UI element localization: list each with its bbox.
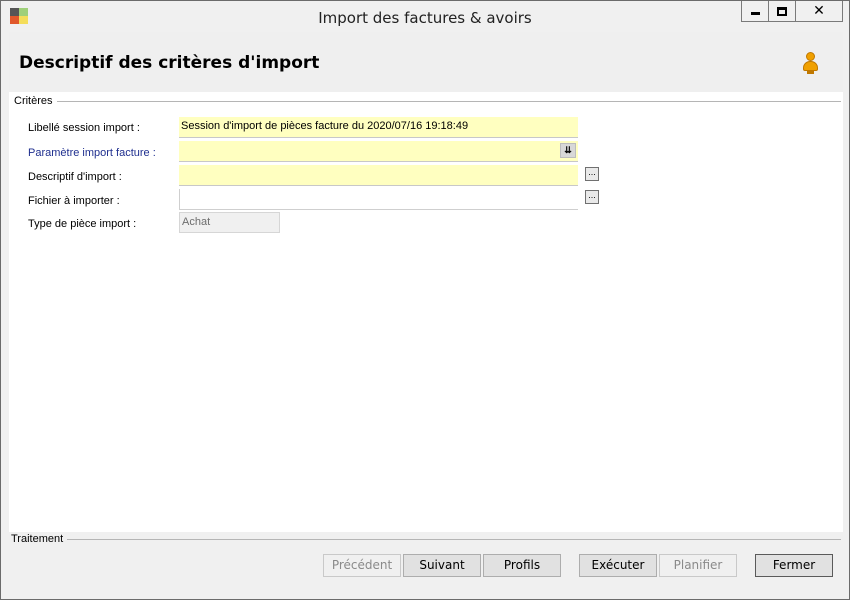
criteria-group-line xyxy=(55,101,841,102)
close-button[interactable]: Fermer xyxy=(755,554,833,577)
file-to-import-input[interactable] xyxy=(179,189,578,210)
session-name-input[interactable]: Session d'import de pièces facture du 20… xyxy=(179,117,578,138)
document-type-label: Type de pièce import : xyxy=(28,218,137,230)
next-button[interactable]: Suivant xyxy=(403,554,481,577)
session-label: Libellé session import : xyxy=(28,122,140,134)
import-parameter-label[interactable]: Paramètre import facture : xyxy=(28,147,156,159)
treatment-group-line xyxy=(65,539,841,540)
previous-button[interactable]: Précédent xyxy=(323,554,401,577)
file-to-import-label: Fichier à importer : xyxy=(28,195,120,207)
minimize-icon xyxy=(750,12,760,15)
criteria-group-label: Critères xyxy=(14,95,57,107)
page-title: Descriptif des critères d'import xyxy=(19,53,320,73)
profiles-button[interactable]: Profils xyxy=(483,554,561,577)
maximize-button[interactable] xyxy=(768,1,796,22)
user-icon[interactable] xyxy=(802,52,818,74)
import-descriptor-browse-button[interactable]: ... xyxy=(585,167,599,181)
title-bar: Import des factures & avoirs ✕ xyxy=(1,1,849,31)
treatment-panel: Traitement Précédent Suivant Profils Exé… xyxy=(9,532,843,594)
document-type-value: Achat xyxy=(182,216,211,228)
import-parameter-select[interactable]: ⇊ xyxy=(179,141,578,162)
session-name-value: Session d'import de pièces facture du 20… xyxy=(181,120,469,132)
close-window-button[interactable]: ✕ xyxy=(795,1,843,22)
import-descriptor-label: Descriptif d'import : xyxy=(28,171,122,183)
maximize-icon xyxy=(777,6,787,16)
schedule-button[interactable]: Planifier xyxy=(659,554,737,577)
chevron-double-down-icon[interactable]: ⇊ xyxy=(560,143,576,158)
window-title: Import des factures & avoirs xyxy=(318,9,532,27)
import-descriptor-input[interactable] xyxy=(179,165,578,186)
page-header: Descriptif des critères d'import xyxy=(9,32,843,92)
criteria-panel: Critères Libellé session import : Sessio… xyxy=(9,92,843,532)
main-window: Import des factures & avoirs ✕ Descripti… xyxy=(0,0,850,600)
document-type-field: Achat xyxy=(179,212,280,233)
minimize-button[interactable] xyxy=(741,1,769,22)
close-icon: ✕ xyxy=(813,3,825,19)
execute-button[interactable]: Exécuter xyxy=(579,554,657,577)
treatment-group-label: Traitement xyxy=(11,533,68,545)
file-browse-button[interactable]: ... xyxy=(585,190,599,204)
